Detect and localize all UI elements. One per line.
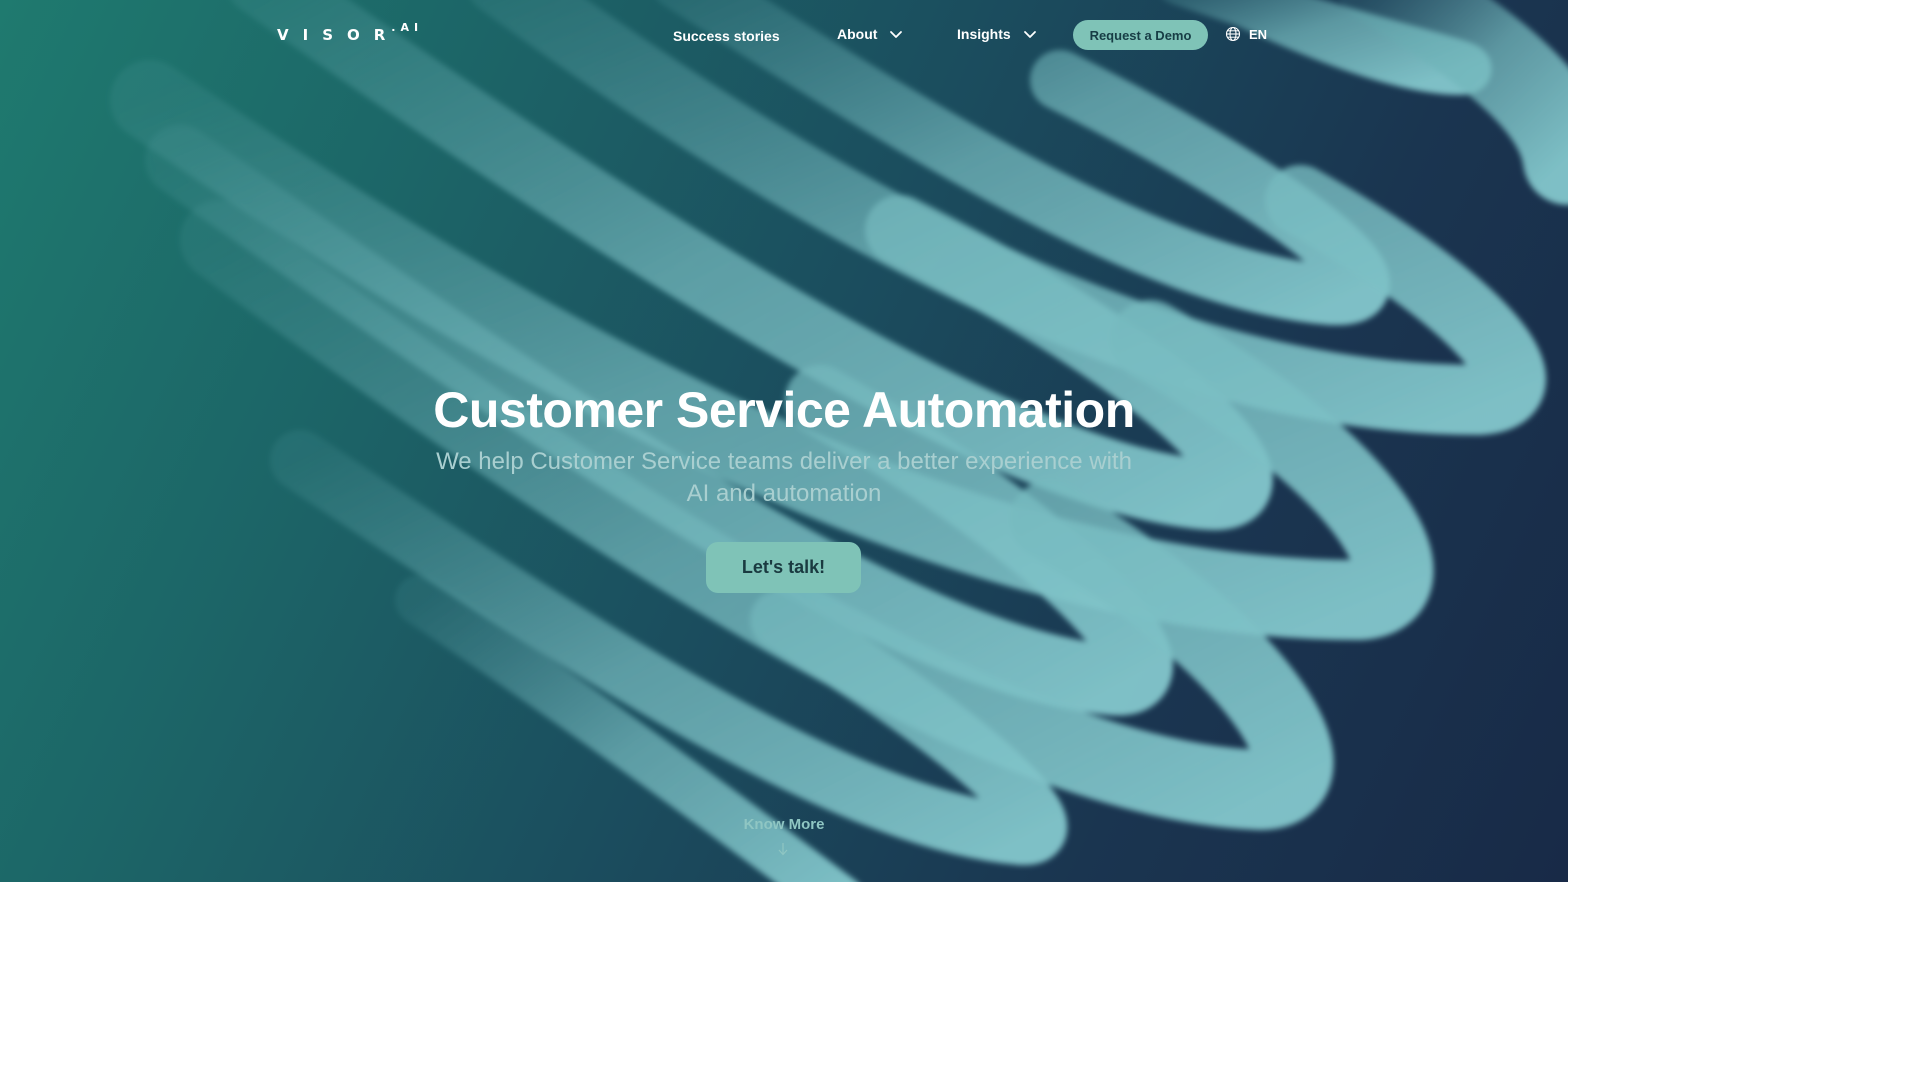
visor-logo[interactable]: VISOR .AI [277,22,423,48]
hero-subtitle: We help Customer Service teams deliver a… [436,448,1132,507]
nav-about-label: About [837,26,878,42]
know-more-link[interactable]: Know More [684,816,884,833]
nav-about[interactable]: About [837,24,903,44]
hero-title: Customer Service Automation [433,382,1135,438]
nav-success-stories[interactable]: Success stories [673,26,780,46]
lets-talk-button[interactable]: Let's talk! [706,542,861,593]
nav-insights-label: Insights [957,26,1011,42]
nav-insights[interactable]: Insights [957,24,1037,44]
language-label: EN [1249,26,1268,42]
logo-suffix: .AI [391,21,424,34]
logo-wordmark: VISOR [277,26,400,44]
arrow-down-icon[interactable] [777,842,789,856]
site-header: VISOR .AI Success stories About Insights… [0,0,1568,70]
nav-success-stories-label: Success stories [673,28,780,44]
language-selector[interactable]: EN [1225,26,1267,42]
chevron-down-icon [1023,31,1036,38]
request-demo-button[interactable]: Request a Demo [1073,20,1208,50]
globe-icon [1225,26,1241,42]
background-ribbons [110,0,1568,882]
chevron-down-icon [890,31,903,38]
page: VISOR .AI Success stories About Insights… [0,0,1568,882]
